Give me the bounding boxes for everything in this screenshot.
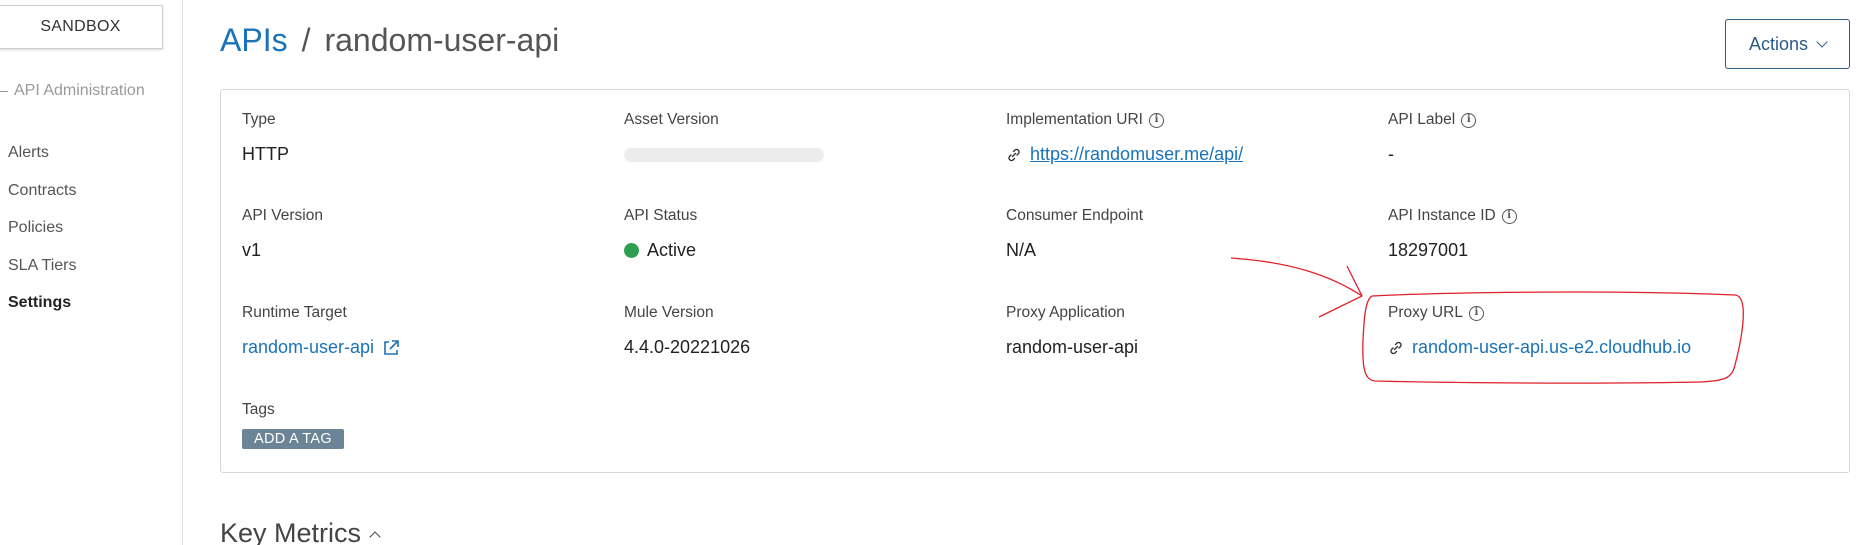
api-administration-label: API Administration — [14, 82, 145, 99]
runtime-target-link[interactable]: random-user-api — [242, 337, 374, 358]
sidebar-item-settings[interactable]: Settings — [8, 294, 71, 312]
sidebar-item-policies[interactable]: Policies — [8, 219, 63, 237]
consumer-endpoint-value: N/A — [1006, 240, 1037, 260]
api-administration-link[interactable]: API Administration — [0, 82, 145, 100]
implementation-uri-field: Implementation URI i https://randomuser.… — [1006, 111, 1243, 165]
api-status-label: API Status — [624, 207, 698, 224]
chevron-up-icon — [369, 530, 381, 543]
api-label-value: - — [1388, 144, 1394, 164]
sidebar-item-alerts[interactable]: Alerts — [8, 144, 49, 162]
consumer-endpoint-label: Consumer Endpoint — [1006, 207, 1143, 224]
proxy-url-field: Proxy URL i random-user-api.us-e2.cloudh… — [1388, 304, 1691, 358]
actions-label: Actions — [1748, 33, 1809, 54]
environment-button[interactable]: SANDBOX — [0, 5, 163, 49]
type-field: Type HTTP — [242, 111, 289, 165]
asset-version-label: Asset Version — [624, 111, 719, 128]
implementation-uri-label: Implementation URI — [1006, 111, 1143, 128]
mule-version-label: Mule Version — [624, 304, 714, 321]
dash-icon — [0, 90, 8, 92]
api-label-field: API Label i - — [1388, 111, 1477, 165]
mule-version-value: 4.4.0-20221026 — [624, 337, 751, 357]
api-instance-id-field: API Instance ID i 18297001 — [1388, 207, 1517, 261]
consumer-endpoint-field: Consumer Endpoint N/A — [1006, 207, 1143, 261]
api-instance-id-value: 18297001 — [1388, 240, 1469, 260]
breadcrumb-apis-link[interactable]: APIs — [220, 22, 288, 59]
chevron-down-icon — [1816, 35, 1828, 48]
api-version-field: API Version v1 — [242, 207, 323, 261]
api-status-value: Active — [647, 240, 697, 260]
info-icon[interactable]: i — [1468, 305, 1484, 321]
type-label: Type — [242, 111, 276, 128]
external-link-icon[interactable] — [382, 339, 400, 357]
api-instance-id-label: API Instance ID — [1388, 207, 1496, 224]
tags-label: Tags — [242, 401, 275, 418]
api-version-value: v1 — [242, 240, 262, 260]
api-status-field: API Status Active — [624, 207, 697, 261]
runtime-target-field: Runtime Target random-user-api — [242, 304, 400, 358]
proxy-url-label: Proxy URL — [1388, 304, 1463, 321]
tags-field: Tags ADD A TAG — [242, 401, 344, 449]
key-metrics-toggle[interactable]: Key Metrics — [220, 518, 381, 545]
link-icon — [1008, 148, 1020, 161]
api-label-label: API Label — [1388, 111, 1456, 128]
breadcrumb: APIs / random-user-api — [220, 22, 559, 59]
sidebar-item-sla-tiers[interactable]: SLA Tiers — [8, 257, 76, 275]
sidebar: SANDBOX API Administration Alerts Contra… — [0, 0, 183, 545]
page-title: random-user-api — [324, 22, 560, 58]
proxy-application-label: Proxy Application — [1006, 304, 1125, 321]
link-icon — [1390, 341, 1402, 354]
asset-version-loading-placeholder — [624, 148, 824, 162]
add-tag-button[interactable]: ADD A TAG — [242, 429, 344, 449]
proxy-url-link[interactable]: random-user-api.us-e2.cloudhub.io — [1412, 337, 1691, 358]
info-icon[interactable]: i — [1148, 112, 1164, 128]
sidebar-item-contracts[interactable]: Contracts — [8, 182, 76, 200]
info-icon[interactable]: i — [1461, 112, 1477, 128]
asset-version-field: Asset Version — [624, 111, 824, 162]
runtime-target-label: Runtime Target — [242, 304, 347, 321]
info-icon[interactable]: i — [1501, 208, 1517, 224]
status-indicator-icon — [624, 243, 639, 258]
actions-button[interactable]: Actions — [1725, 19, 1850, 69]
mule-version-field: Mule Version 4.4.0-20221026 — [624, 304, 750, 358]
proxy-application-value: random-user-api — [1006, 337, 1139, 357]
type-value: HTTP — [242, 144, 289, 164]
proxy-application-field: Proxy Application random-user-api — [1006, 304, 1138, 358]
api-details-card: Type HTTP Asset Version Implementation U… — [220, 89, 1850, 473]
breadcrumb-separator: / — [301, 22, 311, 58]
api-version-label: API Version — [242, 207, 323, 224]
key-metrics-title: Key Metrics — [220, 518, 362, 545]
implementation-uri-link[interactable]: https://randomuser.me/api/ — [1030, 144, 1243, 165]
